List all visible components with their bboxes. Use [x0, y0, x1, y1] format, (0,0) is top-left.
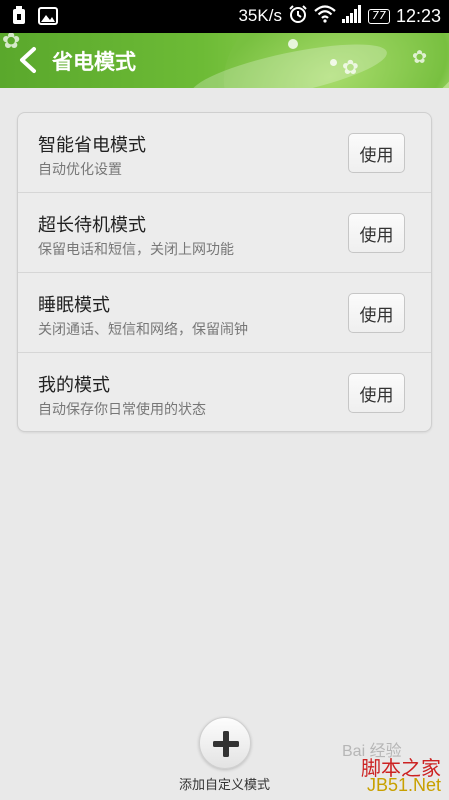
use-button[interactable]: 使用 — [348, 293, 405, 333]
mode-title: 睡眠模式 — [38, 295, 110, 316]
flower-decoration-icon: ✿ — [412, 47, 428, 68]
image-notification-icon — [38, 7, 58, 30]
back-button[interactable] — [16, 45, 40, 75]
chevron-left-icon — [20, 47, 36, 73]
mode-title: 我的模式 — [38, 375, 110, 396]
water-drop-icon — [330, 59, 337, 66]
mode-title: 超长待机模式 — [38, 215, 146, 236]
usb-storage-icon — [10, 6, 28, 31]
page-title: 省电模式 — [52, 50, 136, 74]
status-right-icons: 35K/s 77 12:23 — [238, 4, 441, 29]
wifi-icon — [314, 4, 336, 28]
flower-decoration-icon: ✿ — [342, 55, 359, 79]
clock: 12:23 — [395, 5, 441, 26]
use-button[interactable]: 使用 — [348, 213, 405, 253]
network-speed: 35K/s — [238, 6, 282, 25]
water-drop-icon — [288, 39, 298, 49]
use-button[interactable]: 使用 — [348, 373, 405, 413]
use-button[interactable]: 使用 — [348, 133, 405, 173]
list-item-smart-saving[interactable]: 智能省电模式 自动优化设置 使用 — [18, 113, 431, 193]
status-bar: 35K/s 77 12:23 — [0, 0, 449, 33]
status-left-icons — [10, 6, 58, 31]
mode-description: 自动保存你日常使用的状态 — [38, 402, 206, 418]
mode-description: 关闭通话、短信和网络，保留闹钟 — [38, 322, 248, 338]
plus-icon — [213, 731, 239, 757]
power-mode-list: 智能省电模式 自动优化设置 使用 超长待机模式 保留电话和短信，关闭上网功能 使… — [17, 112, 432, 432]
header-bar: ✿ ✿ ✿ 省电模式 — [0, 33, 449, 88]
battery-icon: 77 — [367, 8, 390, 24]
add-custom-mode-button[interactable] — [199, 717, 251, 769]
alarm-icon — [288, 4, 308, 29]
mode-description: 保留电话和短信，关闭上网功能 — [38, 242, 234, 258]
list-item-long-standby[interactable]: 超长待机模式 保留电话和短信，关闭上网功能 使用 — [18, 193, 431, 273]
domain-watermark: JB51.Net — [366, 775, 441, 795]
list-item-my-mode[interactable]: 我的模式 自动保存你日常使用的状态 使用 — [18, 353, 431, 433]
mode-title: 智能省电模式 — [38, 135, 146, 156]
signal-icon — [341, 4, 362, 28]
list-item-sleep-mode[interactable]: 睡眠模式 关闭通话、短信和网络，保留闹钟 使用 — [18, 273, 431, 353]
mode-description: 自动优化设置 — [38, 162, 122, 178]
